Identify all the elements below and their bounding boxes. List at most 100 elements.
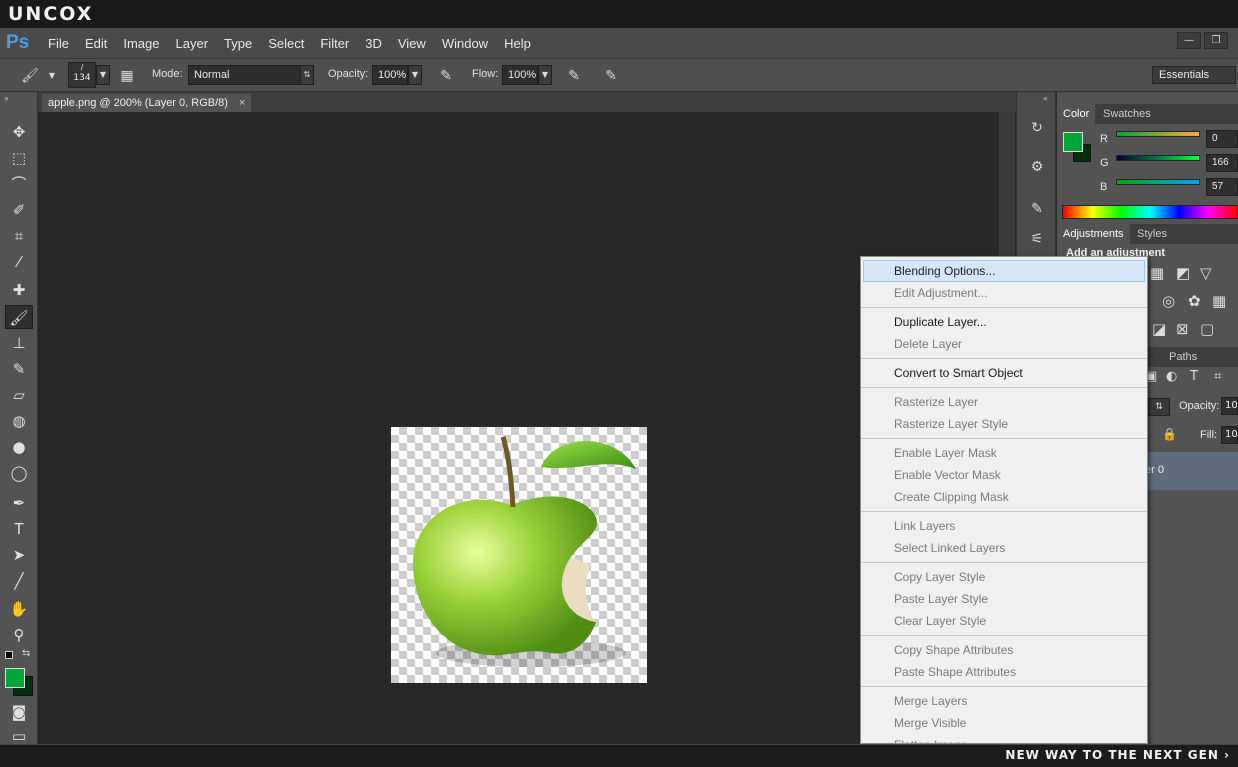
menu-image[interactable]: Image [115,36,167,51]
minimize-button[interactable]: — [1177,32,1201,49]
menu-window[interactable]: Window [434,36,496,51]
clone-stamp-tool-icon[interactable]: ⊥ [5,331,33,355]
curves-icon[interactable]: ◩ [1176,264,1190,282]
collapse-icon[interactable]: » [4,94,9,103]
lock-icon[interactable]: 🔒 [1162,427,1177,441]
color-balance-icon[interactable]: ◎ [1162,292,1175,310]
move-tool-icon[interactable]: ✥ [5,120,33,144]
gradient-map-icon[interactable]: ▽ [1200,264,1212,282]
tab-paths[interactable]: Paths [1163,347,1203,367]
menu-filter[interactable]: Filter [312,36,357,51]
tab-swatches[interactable]: Swatches [1097,104,1157,124]
channel-mixer-icon[interactable]: ✿ [1188,292,1201,310]
type-tool-icon[interactable]: T [5,517,33,541]
restore-button[interactable]: ❐ [1204,32,1228,49]
pressure-opacity-icon[interactable]: ✎ [436,66,456,86]
foreground-color-swatch[interactable] [5,668,25,688]
menu-help[interactable]: Help [496,36,539,51]
filter-type-icon[interactable]: T [1190,369,1198,384]
threshold-icon[interactable]: ⊠ [1176,320,1189,338]
rasterize-layer-item[interactable]: Rasterize Layer [861,391,1147,413]
document-tab[interactable]: apple.png @ 200% (Layer 0, RGB/8) × [42,94,252,112]
g-slider[interactable] [1116,155,1200,161]
b-value-input[interactable]: 57 [1206,178,1238,196]
convert-to-smart-object-item[interactable]: Convert to Smart Object [861,362,1147,384]
pen-tool-icon[interactable]: ✒ [5,491,33,515]
r-slider[interactable] [1116,131,1200,137]
path-select-tool-icon[interactable]: ➤ [5,543,33,567]
crop-tool-icon[interactable]: ⌗ [5,224,33,248]
delete-layer-item[interactable]: Delete Layer [861,333,1147,355]
layer-fill-input[interactable]: 10 [1221,426,1238,444]
chevron-updown-icon[interactable]: ⇅ [300,65,314,85]
default-colors-icon[interactable] [5,651,13,659]
marquee-tool-icon[interactable]: ⬚ [5,146,33,170]
apple-image-canvas[interactable] [391,427,647,683]
brush-panel-icon[interactable]: ▦ [117,66,137,86]
filter-adjustment-icon[interactable]: ◐ [1166,369,1177,384]
opacity-input[interactable]: 100% [372,65,408,85]
layer-opacity-input[interactable]: 10 [1221,397,1238,415]
paint-bucket-tool-icon[interactable]: ◍ [5,409,33,433]
airbrush-icon[interactable]: ✎ [564,66,584,86]
g-value-input[interactable]: 166 [1206,154,1238,172]
workspace-switcher[interactable]: Essentials [1152,66,1236,84]
flatten-image-item[interactable]: Flatten Image [861,734,1147,743]
levels-icon[interactable]: ▦ [1150,264,1164,282]
duplicate-layer-item[interactable]: Duplicate Layer... [861,311,1147,333]
select-linked-layers-item[interactable]: Select Linked Layers [861,537,1147,559]
quick-mask-icon[interactable]: ◙ [5,700,33,724]
mode-select[interactable]: Normal [188,65,314,85]
swap-colors-icon[interactable]: ⇆ [22,648,30,659]
menu-type[interactable]: Type [216,36,260,51]
panel-foreground-swatch[interactable] [1063,132,1083,152]
color-lookup-icon[interactable]: ▦ [1212,292,1226,310]
menu-file[interactable]: File [40,36,77,51]
quick-select-tool-icon[interactable]: ✐ [5,198,33,222]
menu-select[interactable]: Select [260,36,312,51]
tab-styles[interactable]: Styles [1131,224,1173,244]
copy-shape-attributes-item[interactable]: Copy Shape Attributes [861,639,1147,661]
history-brush-tool-icon[interactable]: ✎ [5,357,33,381]
clear-layer-style-item[interactable]: Clear Layer Style [861,610,1147,632]
chevron-down-icon[interactable]: ▼ [538,65,552,85]
selective-color-icon[interactable]: ▢ [1200,320,1214,338]
menu-edit[interactable]: Edit [77,36,115,51]
brush-panel-icon[interactable]: ✎ [1025,197,1049,221]
hand-tool-icon[interactable]: ✋ [5,597,33,621]
blend-mode-select[interactable]: ⇅ [1148,398,1170,416]
close-tab-icon[interactable]: × [239,97,245,109]
eraser-tool-icon[interactable]: ▱ [5,383,33,407]
filter-shape-icon[interactable]: ⌗ [1214,369,1221,384]
tab-color[interactable]: Color [1057,104,1096,124]
edit-adjustment-item[interactable]: Edit Adjustment... [861,282,1147,304]
link-layers-item[interactable]: Link Layers [861,515,1147,537]
clone-source-panel-icon[interactable]: ⚟ [1025,227,1049,251]
rasterize-layer-style-item[interactable]: Rasterize Layer Style [861,413,1147,435]
tab-adjustments[interactable]: Adjustments [1057,224,1130,244]
blending-options-item[interactable]: Blending Options... [863,260,1145,282]
properties-panel-icon[interactable]: ⚙ [1025,155,1049,179]
eyedropper-tool-icon[interactable]: ⁄ [5,250,33,274]
blur-tool-icon[interactable]: ● [5,435,33,459]
chevron-down-icon[interactable]: ▼ [96,65,110,85]
healing-tool-icon[interactable]: ✚ [5,278,33,302]
r-value-input[interactable]: 0 [1206,130,1238,148]
merge-layers-item[interactable]: Merge Layers [861,690,1147,712]
brush-tool-icon[interactable]: 🖌 [5,305,33,329]
color-spectrum[interactable] [1062,205,1238,219]
menu-layer[interactable]: Layer [168,36,217,51]
menu-view[interactable]: View [390,36,434,51]
b-slider[interactable] [1116,179,1200,185]
brush-preset-picker[interactable]: / 134 [68,62,96,88]
chevron-down-icon[interactable]: ▼ [42,66,62,86]
copy-layer-style-item[interactable]: Copy Layer Style [861,566,1147,588]
history-panel-icon[interactable]: ↻ [1025,116,1049,140]
create-clipping-mask-item[interactable]: Create Clipping Mask [861,486,1147,508]
collapse-icon[interactable]: « [1043,94,1048,103]
chevron-down-icon[interactable]: ▼ [408,65,422,85]
lasso-tool-icon[interactable]: ⌒ [5,172,33,196]
dodge-tool-icon[interactable]: ◯ [5,461,33,485]
enable-vector-mask-item[interactable]: Enable Vector Mask [861,464,1147,486]
line-tool-icon[interactable]: ╱ [5,569,33,593]
